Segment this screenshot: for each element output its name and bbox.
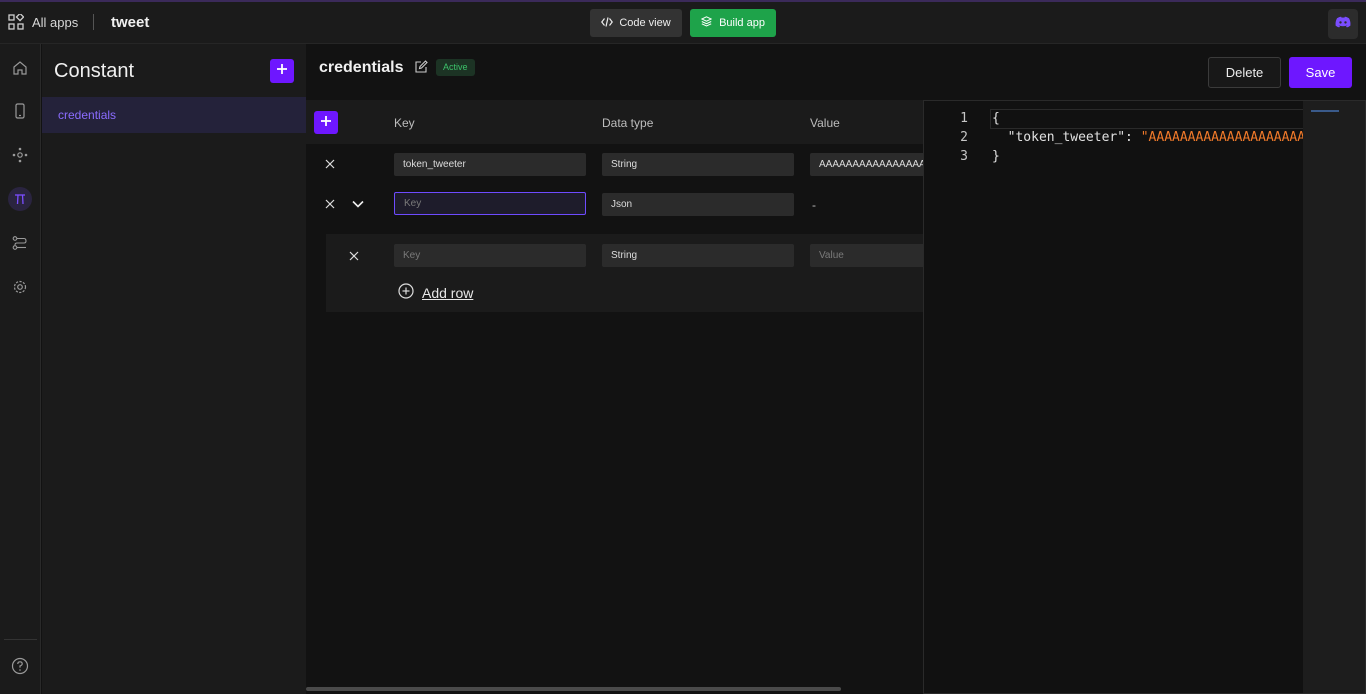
- value-field[interactable]: Value: [810, 244, 924, 267]
- code-line: "token_tweeter": "AAAAAAAAAAAAAAAAAAAAAA…: [992, 130, 1337, 145]
- minimap-marker: [1311, 110, 1339, 112]
- all-apps-link[interactable]: All apps: [32, 15, 78, 30]
- divider: [93, 14, 94, 30]
- phone-icon[interactable]: [8, 99, 32, 123]
- value-field[interactable]: AAAAAAAAAAAAAAAAAAAAAAAA: [810, 153, 924, 176]
- pi-constant-icon[interactable]: [8, 187, 32, 211]
- discord-button[interactable]: [1328, 9, 1358, 39]
- key-field[interactable]: Key: [394, 244, 586, 267]
- app-name: tweet: [111, 14, 150, 31]
- layers-icon: [700, 16, 713, 30]
- workflow-icon[interactable]: [8, 143, 32, 167]
- divider: [4, 639, 37, 640]
- grid-apps-icon[interactable]: [8, 12, 25, 30]
- sidebar-title: Constant: [54, 60, 135, 82]
- code-icon: [601, 16, 614, 30]
- column-header-data-type: Data type: [602, 116, 654, 130]
- home-icon[interactable]: [8, 56, 32, 80]
- page-title: credentials: [319, 59, 404, 76]
- add-row-label: Add row: [422, 284, 474, 301]
- code-line: }: [992, 149, 1000, 164]
- left-icon-rail: [0, 44, 41, 694]
- add-constant-button[interactable]: [270, 59, 294, 83]
- current-line-highlight: [990, 109, 1310, 129]
- close-icon[interactable]: [347, 249, 361, 263]
- editor-minimap[interactable]: [1303, 101, 1365, 693]
- json-key: "token_tweeter":: [992, 130, 1141, 145]
- line-number: 1: [960, 111, 968, 126]
- delete-button[interactable]: Delete: [1208, 57, 1281, 88]
- key-field[interactable]: token_tweeter: [394, 153, 586, 176]
- plus-icon: [320, 114, 332, 132]
- chevron-down-icon[interactable]: [351, 197, 365, 211]
- flow-icon[interactable]: [8, 231, 32, 255]
- close-icon[interactable]: [323, 157, 337, 171]
- code-view-button[interactable]: Code view: [590, 9, 682, 37]
- key-field[interactable]: Key: [394, 192, 586, 215]
- data-type-select[interactable]: String: [602, 244, 794, 267]
- add-row-button[interactable]: Add row: [398, 283, 473, 302]
- code-line: {: [992, 111, 1000, 126]
- status-badge: Active: [436, 59, 475, 76]
- line-number: 2: [960, 130, 968, 145]
- data-type-select[interactable]: String: [602, 153, 794, 176]
- close-icon[interactable]: [323, 197, 337, 211]
- save-button[interactable]: Save: [1289, 57, 1352, 88]
- value-empty: -: [812, 198, 816, 212]
- add-field-button[interactable]: [314, 111, 338, 134]
- sidebar-item-credentials[interactable]: credentials: [42, 97, 306, 133]
- horizontal-scrollbar[interactable]: [306, 687, 841, 691]
- nested-json-block: Key String Value Add row: [326, 234, 924, 312]
- discord-icon: [1335, 15, 1351, 33]
- column-header-value: Value: [810, 116, 840, 130]
- edit-icon[interactable]: [414, 60, 428, 74]
- table-header: Key Data type Value: [306, 100, 924, 144]
- help-icon[interactable]: [8, 654, 32, 678]
- top-bar: All apps tweet Code view Build app: [0, 0, 1366, 44]
- code-view-label: Code view: [619, 17, 671, 29]
- constants-sidebar: Constant credentials: [42, 44, 306, 694]
- line-number: 3: [960, 149, 968, 164]
- column-header-key: Key: [394, 116, 415, 130]
- settings-icon[interactable]: [8, 275, 32, 299]
- data-type-select[interactable]: Json: [602, 193, 794, 216]
- json-code-editor[interactable]: 1 2 3 { "token_tweeter": "AAAAAAAAAAAAAA…: [923, 100, 1366, 694]
- add-circle-icon: [398, 283, 414, 302]
- build-app-button[interactable]: Build app: [690, 9, 776, 37]
- plus-icon: [276, 62, 288, 80]
- build-app-label: Build app: [719, 17, 765, 29]
